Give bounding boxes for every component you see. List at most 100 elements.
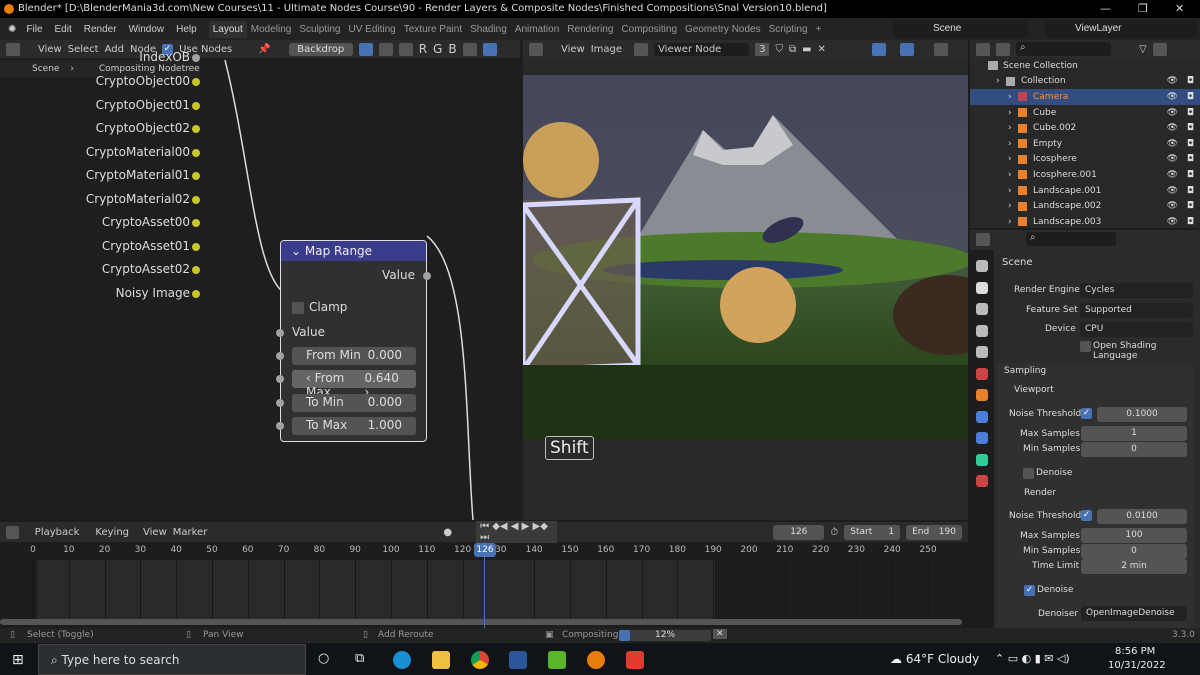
render-camera-icon[interactable]: ◘ xyxy=(1187,108,1194,118)
tab-sculpting[interactable]: Sculpting xyxy=(295,21,344,38)
gizmo-icon[interactable] xyxy=(871,42,886,56)
render-camera-icon[interactable]: ◘ xyxy=(1187,186,1194,196)
image-editor[interactable]: View Image Viewer Node 3 ⛉ ⧉ ▬ ✕ Shift xyxy=(523,40,968,520)
auto-keying-button[interactable]: ● xyxy=(443,527,452,538)
viewport-denoise-label[interactable]: Denoise xyxy=(1036,468,1072,478)
visibility-icon[interactable]: 👁 xyxy=(1167,123,1178,133)
display-mode-icon[interactable] xyxy=(996,42,1010,56)
render-denoise-label[interactable]: Denoise xyxy=(1037,585,1073,595)
outliner-item[interactable]: › Cube 👁 ◘ xyxy=(970,105,1200,121)
editor-type-icon[interactable] xyxy=(976,232,990,246)
visibility-icon[interactable]: 👁 xyxy=(1167,201,1178,211)
physics-icon[interactable] xyxy=(976,432,988,444)
timeline[interactable]: Playback Keying View Marker ● ⏮ ◆◀ ◀ ▶ ▶… xyxy=(0,521,968,628)
view-menu[interactable]: View xyxy=(143,527,167,538)
cortana-icon[interactable]: ○ xyxy=(318,651,329,666)
tab-geometry-nodes[interactable]: Geometry Nodes xyxy=(681,21,765,38)
visibility-icon[interactable]: 👁 xyxy=(1167,154,1178,164)
from-min-field[interactable]: From Min 0.000 xyxy=(292,347,416,365)
render-max-samples-field[interactable]: 100 xyxy=(1081,528,1187,543)
outliner-search-input[interactable]: ⌕ xyxy=(1016,42,1111,56)
close-button[interactable]: ✕ xyxy=(1175,0,1184,18)
expand-arrow-icon[interactable]: › xyxy=(1008,154,1018,164)
map-range-node[interactable]: ⌄ Map Range Value Clamp Value From Min 0.… xyxy=(276,240,431,442)
world-icon[interactable] xyxy=(976,367,988,380)
render-layer-output-socket[interactable] xyxy=(192,219,200,227)
node-editor[interactable]: View Select Add Node ✓ Use Nodes 📌 Backd… xyxy=(0,40,520,520)
render-camera-icon[interactable]: ◘ xyxy=(1187,123,1194,133)
denoiser-dropdown[interactable]: OpenImageDenoise xyxy=(1081,606,1187,621)
edge-icon[interactable] xyxy=(393,651,411,669)
scene-icon[interactable] xyxy=(976,346,988,358)
render-camera-icon[interactable]: ◘ xyxy=(1187,92,1194,102)
tab-scripting[interactable]: Scripting xyxy=(765,21,812,38)
stopwatch-icon[interactable]: ⏱ xyxy=(830,527,838,538)
cancel-job-button[interactable]: ✕ xyxy=(713,629,727,639)
outliner-item[interactable]: › Camera 👁 ◘ xyxy=(970,89,1200,105)
expand-arrow-icon[interactable]: › xyxy=(1008,186,1018,196)
visibility-icon[interactable]: 👁 xyxy=(1167,186,1178,196)
render-camera-icon[interactable]: ◘ xyxy=(1187,139,1194,149)
render-layer-output-socket[interactable] xyxy=(192,289,200,298)
playhead-frame-label[interactable]: 126 xyxy=(474,543,496,557)
tab-animation[interactable]: Animation xyxy=(511,21,563,38)
viewport-noise-threshold-checkbox[interactable]: ✓ xyxy=(1081,408,1092,419)
system-tray-icons[interactable]: ⌃ ▭ ◐ ▮ ✉ ◁) xyxy=(995,652,1070,665)
overlay-icon[interactable] xyxy=(899,42,914,56)
menu-help[interactable]: Help xyxy=(170,24,203,35)
outliner-item[interactable]: › Landscape.003 👁 ◘ xyxy=(970,214,1200,230)
fake-user-icon[interactable]: ⛉ xyxy=(775,44,783,55)
tab-uv-editing[interactable]: UV Editing xyxy=(344,21,399,38)
render-min-samples-field[interactable]: 0 xyxy=(1081,544,1187,559)
render-denoise-checkbox[interactable]: ✓ xyxy=(1024,585,1035,596)
render-layer-output-socket[interactable] xyxy=(192,242,200,251)
outliner-item[interactable]: › Landscape.001 👁 ◘ xyxy=(970,183,1200,199)
camtasia-red-icon[interactable] xyxy=(626,651,644,669)
output-icon[interactable] xyxy=(976,303,988,315)
end-frame-field[interactable]: End 190 xyxy=(906,524,962,540)
clock-time[interactable]: 8:56 PM xyxy=(1115,646,1155,657)
maximize-button[interactable]: ❐ xyxy=(1138,0,1148,18)
taskbar-search-input[interactable]: ⌕ Type here to search xyxy=(38,644,306,675)
open-image-icon[interactable]: ▬ xyxy=(802,44,811,55)
properties-search-input[interactable]: ⌕ xyxy=(1026,232,1116,246)
playback-controls[interactable]: ⏮ ◆◀ ◀ ▶ ▶◆ ⏭ xyxy=(476,521,558,543)
keying-menu[interactable]: Keying xyxy=(95,527,129,538)
outliner-item[interactable]: › Empty 👁 ◘ xyxy=(970,136,1200,152)
image-browse-icon[interactable] xyxy=(634,42,649,56)
blender-taskbar-icon[interactable] xyxy=(587,651,605,669)
outliner-item[interactable]: › Icosphere 👁 ◘ xyxy=(970,152,1200,168)
device-dropdown[interactable]: CPU xyxy=(1080,322,1193,337)
expand-arrow-icon[interactable]: › xyxy=(1008,139,1018,149)
menu-window[interactable]: Window xyxy=(123,24,171,35)
tab-modeling[interactable]: Modeling xyxy=(247,21,296,38)
menu-view[interactable]: View xyxy=(561,44,585,55)
task-view-icon[interactable]: ⧉ xyxy=(355,651,364,666)
playback-menu[interactable]: Playback xyxy=(35,527,80,538)
render-layer-output-socket[interactable] xyxy=(192,148,200,157)
clock-date[interactable]: 10/31/2022 xyxy=(1108,660,1166,671)
viewport-noise-threshold-field[interactable]: 0.1000 xyxy=(1097,407,1187,422)
render-layer-output-socket[interactable] xyxy=(192,195,200,204)
expand-arrow-icon[interactable]: › xyxy=(1008,170,1018,180)
render-layer-output-socket[interactable] xyxy=(192,172,200,180)
blender-menu-icon[interactable]: ✺ xyxy=(8,24,16,35)
minimize-button[interactable]: — xyxy=(1100,0,1111,18)
viewport-subpanel-header[interactable]: Viewport xyxy=(1014,385,1054,395)
view-layer-selector[interactable]: ViewLayer xyxy=(1045,20,1197,38)
expand-arrow-icon[interactable]: › xyxy=(1008,201,1018,211)
input-value-socket[interactable] xyxy=(276,329,284,337)
windows-start-icon[interactable]: ⊞ xyxy=(12,652,24,668)
filter-icon[interactable]: ▽ xyxy=(1139,44,1147,55)
viewport-max-samples-field[interactable]: 1 xyxy=(1081,426,1187,441)
render-noise-threshold-field[interactable]: 0.0100 xyxy=(1097,509,1187,524)
outliner-item[interactable]: › Landscape.002 👁 ◘ xyxy=(970,198,1200,214)
menu-image[interactable]: Image xyxy=(591,44,622,55)
tab-texture-paint[interactable]: Texture Paint xyxy=(400,21,466,38)
tab-rendering[interactable]: Rendering xyxy=(563,21,617,38)
render-layer-output-socket[interactable] xyxy=(192,78,200,86)
expand-arrow-icon[interactable]: › xyxy=(1008,92,1018,102)
feature-set-dropdown[interactable]: Supported xyxy=(1080,303,1193,318)
file-explorer-icon[interactable] xyxy=(432,651,450,669)
render-layer-output-socket[interactable] xyxy=(192,54,200,62)
